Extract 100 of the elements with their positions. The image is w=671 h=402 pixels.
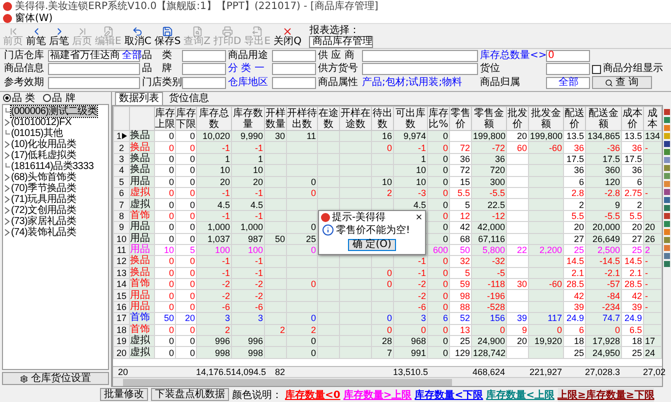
action-button[interactable]: 批量修改 <box>100 388 148 401</box>
select-field[interactable]: 全部 <box>546 76 590 88</box>
radio-button[interactable] <box>43 94 52 102</box>
menu-item[interactable]: 窗体(W) <box>15 12 53 24</box>
column-header[interactable]: 零售金额 <box>472 106 506 130</box>
column-header[interactable]: 开样数量 <box>264 106 286 130</box>
toolbar-button[interactable]: 前笔 <box>25 26 47 46</box>
column-header[interactable]: 库存总数 <box>196 106 232 130</box>
column-header[interactable]: 库存数量 <box>232 106 264 130</box>
toolbar-button[interactable]: 取消C <box>123 26 152 46</box>
row-number: 5 <box>114 176 130 188</box>
tree-item[interactable]: (1816114)品类3333 <box>11 161 94 172</box>
ok-button[interactable]: 确 定(O) <box>348 239 396 251</box>
legend-label: 颜色说明： <box>232 388 282 402</box>
total-cell: 27,02 <box>643 367 667 377</box>
field-label: 商品用途 <box>228 50 268 62</box>
input-field[interactable] <box>362 50 478 62</box>
toolbar-button[interactable]: 关闭Q <box>272 26 302 46</box>
tree-item[interactable]: (72)文创用品类 <box>11 205 76 216</box>
total-cell: 14,094.5 <box>231 367 264 377</box>
input-field[interactable] <box>48 63 140 75</box>
column-header[interactable]: 成本 <box>644 106 662 130</box>
input-field[interactable] <box>182 63 226 75</box>
input-field[interactable]: 福建省万佳达商 全部 <box>48 50 140 62</box>
checkbox[interactable] <box>592 64 601 74</box>
row-number: 8 <box>114 210 130 222</box>
field-label: 供 应 商 <box>318 50 354 62</box>
action-button[interactable]: 下装盘点机数据 <box>151 388 229 401</box>
column-header[interactable]: 库存比% <box>428 106 450 130</box>
input-field[interactable] <box>272 76 316 88</box>
column-header[interactable]: 开样待出数 <box>286 106 318 130</box>
tree-item[interactable]: (000006)测试二级类 <box>11 106 98 117</box>
toolbar-button[interactable]: 保存S <box>153 26 182 46</box>
column-header[interactable]: 在途数 <box>318 106 340 130</box>
table-cell: 换品 <box>130 164 154 176</box>
tree-item[interactable]: (73)家居礼品类 <box>11 216 76 227</box>
field-label: 门店仓库 <box>4 50 44 62</box>
tree-item[interactable]: (10)化妆用品类 <box>11 139 76 150</box>
tab[interactable]: 货位信息 <box>165 92 213 105</box>
close-icon[interactable] <box>415 213 423 221</box>
input-field[interactable] <box>182 76 226 88</box>
column-header[interactable]: 库存上限 <box>154 106 176 130</box>
legend-item: 库存数量<0 <box>285 388 340 402</box>
location-settings-button[interactable]: 仓库货位设置 <box>2 372 109 385</box>
scope-link[interactable]: 全部 <box>122 51 142 61</box>
table-cell: 换品 <box>130 256 154 268</box>
column-header[interactable]: 待出数 <box>372 106 394 130</box>
tree-item[interactable]: (70)季节换品类 <box>11 183 76 194</box>
tree-item[interactable]: (71)玩具用品类 <box>11 194 76 205</box>
query-button[interactable]: 查 询 <box>592 76 652 89</box>
input-field[interactable] <box>272 50 316 62</box>
column-header[interactable]: 开样在途数 <box>340 106 372 130</box>
dialog-message: 零售价不能为空! <box>336 224 410 236</box>
total-cell: 27,028.3 <box>585 367 621 377</box>
input-field[interactable]: 0 <box>546 50 590 62</box>
field-label: 商品信息 <box>4 63 44 75</box>
expand-icon[interactable] <box>4 119 10 126</box>
field-label: 供方货号 <box>318 63 358 75</box>
input-field[interactable] <box>362 63 478 75</box>
app-logo-icon <box>3 2 12 11</box>
column-header[interactable]: 库存下限 <box>176 106 196 130</box>
input-field[interactable] <box>48 76 140 88</box>
tree-item[interactable]: (01015)其他 <box>11 128 63 139</box>
input-field[interactable] <box>182 50 226 62</box>
tree-line-icon <box>4 163 10 170</box>
tree-item[interactable]: (01010012)FX <box>11 117 72 128</box>
radio-button[interactable] <box>3 94 11 102</box>
tab[interactable]: 数据列表 <box>115 92 163 105</box>
field-link[interactable]: 库存总数量<> <box>480 50 547 62</box>
legend-item: 库存数量<上限 <box>486 388 555 402</box>
table-cell: 换品 <box>130 153 154 165</box>
column-header[interactable]: 批发价 <box>506 106 528 130</box>
column-header[interactable]: 批发金额 <box>528 106 564 130</box>
report-select-field[interactable]: 商品库存管理 <box>309 36 374 48</box>
field-link[interactable]: 产品;包材;试用装;物料 <box>362 76 462 88</box>
legend-item: 上限≥库存数量≥下限 <box>558 388 654 402</box>
horizontal-scrollbar[interactable] <box>113 377 662 386</box>
column-header[interactable]: 零售价 <box>450 106 472 130</box>
app-logo-icon <box>321 212 330 222</box>
row-number: 16 <box>114 301 130 313</box>
column-header[interactable]: 配送金额 <box>586 106 622 130</box>
table-cell: 换品 <box>130 130 154 142</box>
radio-label: 品 牌 <box>52 92 76 104</box>
tree-item[interactable]: (17)低耗虚拟类 <box>11 150 76 161</box>
row-number: 11 <box>114 244 130 256</box>
input-field[interactable] <box>272 63 316 75</box>
tree-item[interactable]: (68)头饰首饰类 <box>11 172 76 183</box>
input-field[interactable] <box>546 63 590 75</box>
legend-item: 库存数量>上限 <box>343 388 412 402</box>
tree-item[interactable]: (74)装饰礼品类 <box>11 227 76 238</box>
column-header[interactable]: 成本价 <box>622 106 644 130</box>
total-cell-text: 82 <box>274 367 286 377</box>
field-link[interactable]: 仓库地区 <box>228 76 268 88</box>
table-cell: 用品 <box>130 176 154 188</box>
toolbar-button[interactable]: 后笔 <box>48 26 70 46</box>
field-label: 参考效期 <box>4 76 44 88</box>
column-header[interactable]: 配送价 <box>564 106 586 130</box>
field-link[interactable]: 分 类 一 <box>228 63 264 75</box>
search-icon <box>192 26 203 36</box>
column-header[interactable]: 可出库数 <box>394 106 428 130</box>
